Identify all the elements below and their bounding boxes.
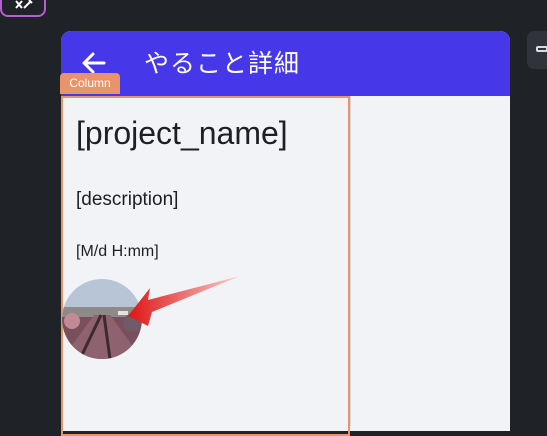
annotation-arrow (128, 276, 240, 326)
side-tool-button[interactable] (527, 31, 547, 69)
column-divider (350, 96, 351, 426)
page-title: やること詳細 (144, 49, 301, 78)
project-name-text[interactable]: [project_name] (76, 112, 288, 154)
panel-icon (536, 46, 547, 52)
description-text[interactable]: [description] (76, 186, 178, 214)
column-badge[interactable]: Column (60, 73, 120, 94)
app-bar: やること詳細 (61, 31, 510, 96)
wrench-icon (15, 0, 33, 9)
tool-button[interactable] (0, 0, 46, 17)
datetime-text[interactable]: [M/d H:mm] (76, 239, 159, 265)
